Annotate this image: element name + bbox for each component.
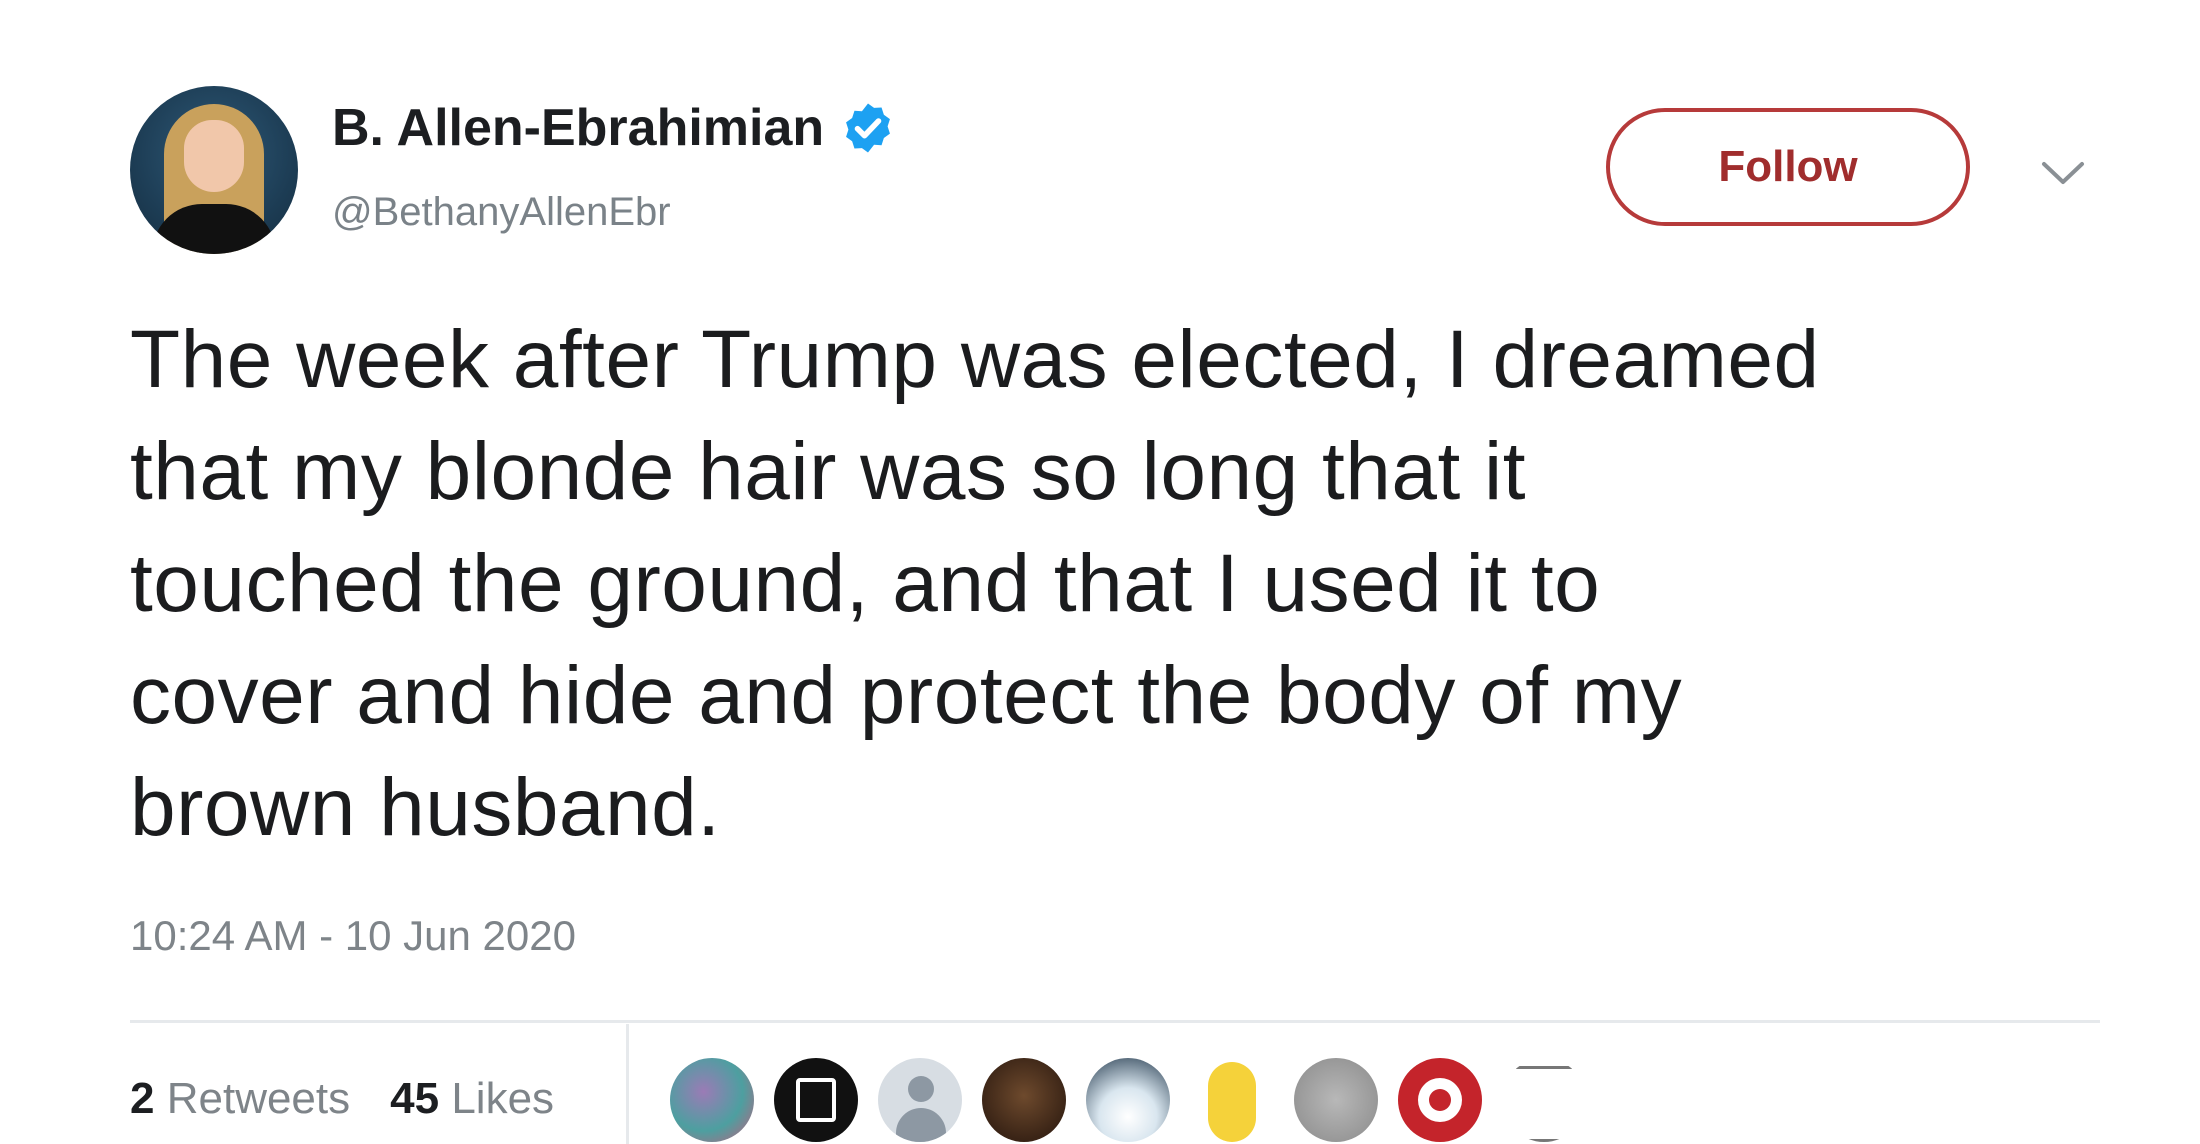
liker-avatar[interactable] <box>1294 1058 1378 1142</box>
verified-badge-icon <box>846 103 891 153</box>
liker-avatar[interactable] <box>1086 1058 1170 1142</box>
likers-avatars <box>670 1058 1586 1142</box>
retweets-count: 2 <box>130 1074 155 1123</box>
author-name-text: B. Allen-Ebrahimian <box>332 99 825 157</box>
tweet-text: The week after Trump was elected, I drea… <box>130 304 2130 864</box>
tweet-line: cover and hide and protect the body of m… <box>130 650 1683 741</box>
follow-button[interactable]: Follow <box>1606 108 1970 226</box>
stats-divider <box>626 1024 629 1144</box>
profile-avatar[interactable] <box>130 86 298 254</box>
tweet-timestamp[interactable]: 10:24 AM - 10 Jun 2020 <box>130 912 576 960</box>
divider <box>130 1020 2100 1023</box>
liker-avatar[interactable] <box>1398 1058 1482 1142</box>
likes-stat[interactable]: 45 Likes <box>390 1074 554 1124</box>
liker-avatar[interactable] <box>774 1058 858 1142</box>
liker-avatar[interactable] <box>1190 1058 1274 1142</box>
likes-count: 45 <box>390 1074 440 1123</box>
author-handle[interactable]: @BethanyAllenEbr <box>332 190 671 235</box>
author-name[interactable]: B. Allen-Ebrahimian <box>332 98 896 158</box>
tweet-line: touched the ground, and that I used it t… <box>130 538 1601 629</box>
retweets-label: Retweets <box>166 1074 351 1123</box>
chevron-down-icon[interactable] <box>2036 152 2090 192</box>
liker-avatar[interactable] <box>1502 1058 1586 1142</box>
tweet-line: The week after Trump was elected, I drea… <box>130 314 1820 405</box>
liker-avatar[interactable] <box>878 1058 962 1142</box>
likes-label: Likes <box>451 1074 555 1123</box>
liker-avatar[interactable] <box>982 1058 1066 1142</box>
tweet-stats: 2 Retweets 45 Likes <box>130 1074 554 1124</box>
tweet-line: brown husband. <box>130 762 721 853</box>
retweets-stat[interactable]: 2 Retweets <box>130 1074 350 1124</box>
tweet-line: that my blonde hair was so long that it <box>130 426 1527 517</box>
liker-avatar[interactable] <box>670 1058 754 1142</box>
